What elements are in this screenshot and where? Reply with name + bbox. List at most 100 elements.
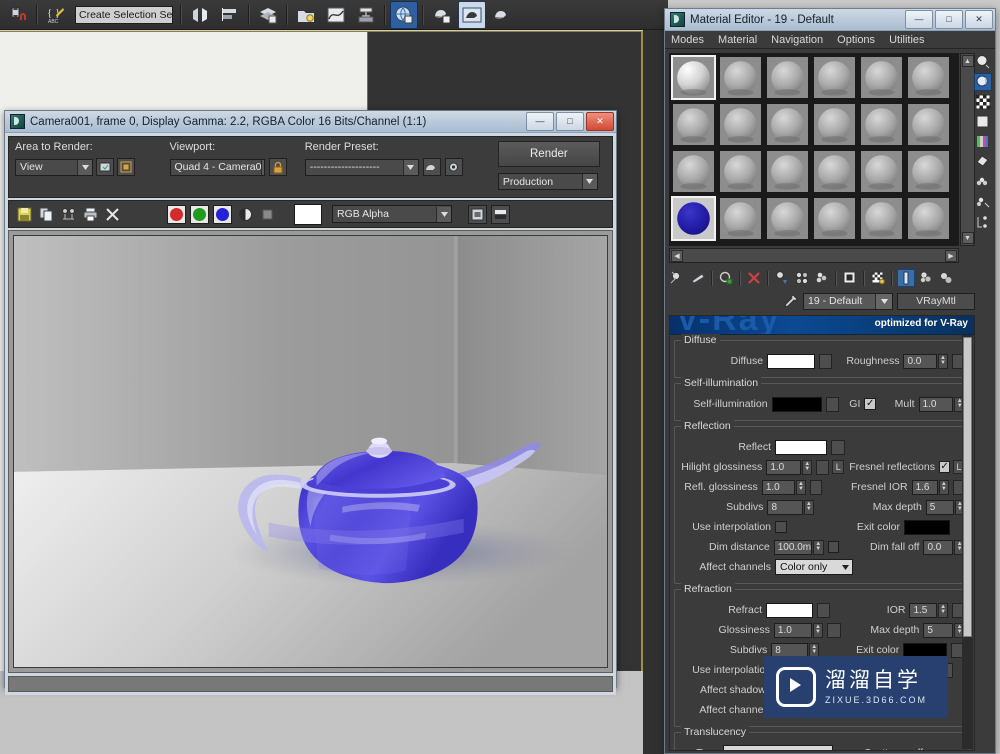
sample-slot-6[interactable] — [906, 55, 951, 100]
menu-material[interactable]: Material — [718, 34, 757, 46]
refraction-glossiness-value[interactable]: 1.0 — [773, 622, 812, 638]
edit-region-button[interactable] — [117, 158, 135, 176]
render-image-container[interactable] — [8, 230, 613, 673]
sample-slot-21[interactable] — [765, 196, 810, 241]
reflect-color-swatch[interactable] — [775, 439, 827, 455]
fresnel-ior-value[interactable]: 1.6 — [911, 479, 939, 495]
eyedropper-icon[interactable] — [783, 294, 799, 308]
align-icon[interactable] — [216, 1, 244, 29]
sample-slot-16[interactable] — [812, 149, 857, 194]
refraction-ior-spinner[interactable]: ▲ ▼ — [938, 602, 949, 618]
refraction-glossiness-spinner[interactable]: ▲ ▼ — [812, 622, 824, 638]
reflection-max-depth-value[interactable]: 5 — [925, 499, 954, 515]
sample-slot-22[interactable] — [812, 196, 857, 241]
chevron-down-icon[interactable] — [875, 293, 892, 309]
delete-material-icon[interactable] — [745, 269, 763, 287]
sample-slots-panel[interactable] — [669, 53, 959, 246]
sample-slot-17[interactable] — [859, 149, 904, 194]
layer-manager-icon[interactable] — [254, 1, 282, 29]
chevron-down-icon[interactable] — [581, 174, 597, 189]
fresnel-reflections-checkbox[interactable]: ✓ — [939, 461, 951, 473]
video-color-check-icon[interactable] — [974, 133, 992, 151]
chevron-down-icon[interactable] — [818, 746, 832, 750]
minimize-button[interactable]: — — [905, 10, 933, 29]
render-setup-dialog-button[interactable] — [422, 158, 441, 176]
display-alpha-swatch[interactable] — [294, 203, 322, 225]
hilight-glossiness-lock-button[interactable]: L — [832, 460, 845, 474]
rendered-frame-window-icon[interactable] — [458, 0, 486, 29]
reflection-affect-channels-select[interactable]: Color only — [775, 559, 853, 575]
chevron-down-icon[interactable] — [261, 159, 264, 175]
sample-slot-12[interactable] — [906, 102, 951, 147]
hilight-glossiness-spinner[interactable]: ▲ ▼ — [802, 459, 813, 475]
refraction-max-depth-value[interactable]: 5 — [923, 622, 954, 638]
go-forward-to-sibling-icon[interactable] — [897, 269, 915, 287]
refl-glossiness-spinner[interactable]: ▲ ▼ — [796, 479, 806, 495]
sample-slot-2[interactable] — [718, 55, 763, 100]
put-to-library-icon[interactable] — [773, 269, 791, 287]
go-to-parent-icon[interactable] — [869, 269, 887, 287]
sample-slot-9[interactable] — [765, 102, 810, 147]
toggle-ui-overlays-button[interactable] — [468, 204, 487, 224]
sample-slot-20[interactable] — [718, 196, 763, 241]
maximize-button[interactable]: □ — [556, 112, 584, 131]
select-by-material-icon[interactable] — [974, 193, 992, 211]
diffuse-color-swatch[interactable] — [767, 353, 815, 369]
scroll-left-icon[interactable]: ◀ — [671, 249, 683, 262]
make-unique-icon[interactable] — [937, 269, 955, 287]
roughness-value[interactable]: 0.0 — [903, 353, 937, 369]
area-to-render-select[interactable]: View — [15, 158, 93, 176]
refraction-glossiness-map-button[interactable] — [827, 622, 842, 638]
material-effects-channel-icon[interactable] — [793, 269, 811, 287]
scroll-down-icon[interactable]: ▼ — [961, 232, 974, 244]
reflection-exit-color-swatch[interactable] — [904, 519, 950, 535]
slots-horizontal-scrollbar[interactable]: ◀ ▶ — [669, 248, 959, 263]
rendered-frame-window-titlebar[interactable]: Camera001, frame 0, Display Gamma: 2.2, … — [5, 111, 616, 133]
print-image-icon[interactable] — [81, 205, 99, 223]
duplicate-image-button[interactable] — [491, 204, 510, 224]
render-mode-select[interactable]: Production — [497, 173, 598, 190]
get-material-icon[interactable] — [669, 269, 687, 287]
mult-value[interactable]: 1.0 — [918, 396, 954, 412]
render-preset-select[interactable]: -------------------- — [304, 158, 419, 176]
dim-distance-spinner[interactable]: ▲ ▼ — [812, 539, 824, 555]
sample-slot-19[interactable] — [671, 196, 716, 241]
hilight-glossiness-map-button[interactable] — [816, 459, 830, 475]
menu-modes[interactable]: Modes — [671, 34, 704, 46]
named-selection-sets-icon[interactable]: { } ABC — [42, 1, 70, 29]
show-end-result-icon[interactable] — [841, 269, 859, 287]
material-editor-titlebar[interactable]: Material Editor - 19 - Default — □ ✕ — [665, 9, 995, 31]
refract-map-button[interactable] — [817, 602, 831, 618]
sample-slot-24[interactable] — [906, 196, 951, 241]
menu-utilities[interactable]: Utilities — [889, 34, 924, 46]
sample-slot-11[interactable] — [859, 102, 904, 147]
channel-select[interactable]: RGB Alpha — [332, 205, 452, 223]
save-image-icon[interactable] — [15, 205, 33, 223]
material-map-navigator-icon[interactable] — [974, 213, 992, 231]
options-icon[interactable] — [974, 173, 992, 191]
scroll-right-icon[interactable]: ▶ — [945, 249, 957, 262]
chevron-down-icon[interactable] — [402, 159, 418, 175]
close-button[interactable]: ✕ — [586, 112, 614, 131]
reset-map-icon[interactable] — [717, 269, 735, 287]
schematic-view-icon[interactable] — [352, 1, 380, 29]
reflection-use-interpolation-checkbox[interactable]: ✓ — [775, 521, 787, 533]
sample-slot-18[interactable] — [906, 149, 951, 194]
refl-glossiness-map-button[interactable] — [809, 479, 823, 495]
sample-slot-13[interactable] — [671, 149, 716, 194]
render-setup-icon[interactable] — [428, 1, 456, 29]
menu-navigation[interactable]: Navigation — [771, 34, 823, 46]
sample-slot-7[interactable] — [671, 102, 716, 147]
lock-viewport-button[interactable] — [268, 158, 287, 176]
refl-glossiness-value[interactable]: 1.0 — [761, 479, 796, 495]
make-preview-icon[interactable] — [974, 153, 992, 171]
reflection-subdivs-spinner[interactable]: ▲ ▼ — [803, 499, 814, 515]
manage-scene-states-icon[interactable] — [292, 1, 320, 29]
sample-slot-1[interactable] — [671, 55, 716, 100]
roughness-spinner[interactable]: ▲ ▼ — [937, 353, 949, 369]
red-channel-toggle[interactable] — [167, 204, 186, 224]
minimize-button[interactable]: — — [526, 112, 554, 131]
parameters-scrollbar[interactable] — [962, 335, 973, 749]
mirror-icon[interactable] — [186, 1, 214, 29]
refraction-ior-value[interactable]: 1.5 — [909, 602, 938, 618]
